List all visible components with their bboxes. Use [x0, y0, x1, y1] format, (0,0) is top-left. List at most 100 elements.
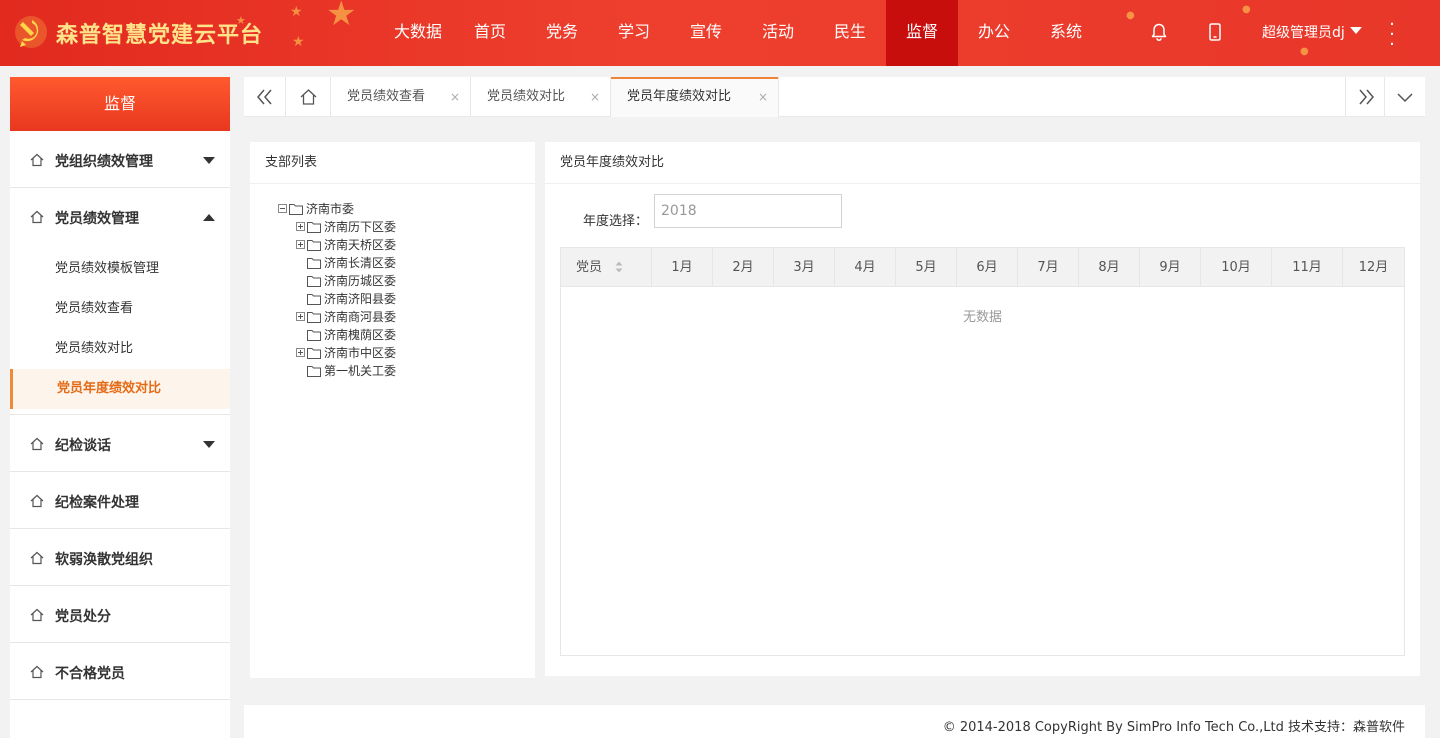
- top-nav: 大数据 首页 党务 学习 宣传 活动 民生 监督 办公 系统: [382, 0, 1102, 66]
- nav-item-activities[interactable]: 活动: [742, 0, 814, 66]
- folder-icon: [307, 366, 321, 377]
- sidebar-group-label: 党员绩效管理: [55, 211, 139, 227]
- collapse-toggle-icon[interactable]: [278, 204, 287, 213]
- tab-home[interactable]: [286, 77, 331, 117]
- tree-node-label[interactable]: 济南天桥区委: [324, 236, 396, 254]
- sidebar-item-template-management[interactable]: 党员绩效模板管理: [10, 249, 230, 289]
- tree-node-label[interactable]: 济南市委: [306, 200, 354, 218]
- close-icon[interactable]: ×: [450, 77, 460, 117]
- expand-toggle-icon[interactable]: [296, 222, 305, 231]
- tree-node-label[interactable]: 济南济阳县委: [324, 290, 396, 308]
- nav-item-home[interactable]: 首页: [454, 0, 526, 66]
- folder-icon: [289, 204, 303, 215]
- star-decoration-icon: ★: [326, 0, 357, 34]
- party-emblem-icon: [15, 16, 47, 48]
- sidebar-group-discipline-talk[interactable]: 纪检谈话: [10, 415, 230, 472]
- nav-item-system[interactable]: 系统: [1030, 0, 1102, 66]
- tabs-menu-button[interactable]: [1385, 77, 1425, 117]
- sidebar-group-label: 党员处分: [55, 609, 111, 625]
- sidebar: 监督 党组织绩效管理 党员绩效管理 党员绩效模板管理 党员绩效查看 党员绩效对比…: [10, 77, 230, 738]
- home-icon: [30, 608, 44, 622]
- expand-toggle-icon[interactable]: [296, 348, 305, 357]
- sidebar-group-weak-organizations[interactable]: 软弱涣散党组织: [10, 529, 230, 586]
- more-icon[interactable]: · · ·: [1385, 16, 1399, 54]
- column-header-month: 6月: [957, 248, 1018, 287]
- annual-compare-panel: 党员年度绩效对比 年度选择： 党员 1月 2月 3月 4月 5月 6月 7月 8…: [545, 142, 1420, 676]
- nav-item-office[interactable]: 办公: [958, 0, 1030, 66]
- close-icon[interactable]: ×: [590, 77, 600, 117]
- user-caret-down-icon[interactable]: [1350, 27, 1362, 34]
- sidebar-item-performance-compare[interactable]: 党员绩效对比: [10, 329, 230, 369]
- column-header-month: 5月: [896, 248, 957, 287]
- double-chevron-left-icon: [257, 89, 272, 105]
- tree-node-label[interactable]: 济南长清区委: [324, 254, 396, 272]
- nav-item-party-affairs[interactable]: 党务: [526, 0, 598, 66]
- tree-node-label[interactable]: 第一机关工委: [324, 362, 396, 380]
- sidebar-group-label: 不合格党员: [55, 666, 125, 682]
- star-decoration-icon: ●: [1242, 4, 1251, 15]
- column-header-label: 党员: [576, 260, 603, 275]
- expand-toggle-icon[interactable]: [296, 240, 305, 249]
- column-header-month: 7月: [1018, 248, 1079, 287]
- tabs-scroll-left-button[interactable]: [244, 77, 286, 117]
- caret-down-icon: [203, 441, 215, 448]
- close-icon[interactable]: ×: [758, 77, 768, 117]
- expand-toggle-icon[interactable]: [296, 312, 305, 321]
- app-title: 森普智慧党建云平台: [56, 23, 264, 48]
- folder-icon: [307, 240, 321, 251]
- home-icon: [30, 210, 44, 224]
- user-menu[interactable]: 超级管理员dj: [1262, 22, 1345, 42]
- year-select-input[interactable]: [654, 194, 842, 228]
- nav-item-publicity[interactable]: 宣传: [670, 0, 742, 66]
- sidebar-item-performance-view[interactable]: 党员绩效查看: [10, 289, 230, 329]
- tab-performance-compare[interactable]: 党员绩效对比 ×: [471, 77, 611, 117]
- panel-title: 党员年度绩效对比: [545, 142, 1420, 184]
- sidebar-group-discipline-cases[interactable]: 纪检案件处理: [10, 472, 230, 529]
- sidebar-group-member-sanctions[interactable]: 党员处分: [10, 586, 230, 643]
- nav-item-supervision[interactable]: 监督: [886, 0, 958, 66]
- tree-node-label[interactable]: 济南市中区委: [324, 344, 396, 362]
- branch-list-panel: 支部列表 济南市委 济南历下区委 济南天桥区委 济南长清区委 济南历城区委 济南…: [250, 142, 535, 678]
- folder-icon: [307, 312, 321, 323]
- nav-item-study[interactable]: 学习: [598, 0, 670, 66]
- column-header-member[interactable]: 党员: [561, 248, 652, 287]
- sidebar-item-annual-compare[interactable]: 党员年度绩效对比: [10, 369, 230, 409]
- folder-icon: [307, 222, 321, 233]
- sidebar-group-unqualified-members[interactable]: 不合格党员: [10, 643, 230, 700]
- mobile-icon[interactable]: [1205, 22, 1225, 42]
- nav-item-livelihood[interactable]: 民生: [814, 0, 886, 66]
- column-header-month: 9月: [1140, 248, 1201, 287]
- folder-icon: [307, 276, 321, 287]
- home-icon: [30, 437, 44, 451]
- home-icon: [300, 89, 317, 105]
- caret-up-icon: [203, 214, 215, 221]
- performance-table: 党员 1月 2月 3月 4月 5月 6月 7月 8月 9月 10月 11月 12…: [560, 247, 1405, 656]
- tab-annual-compare[interactable]: 党员年度绩效对比 ×: [611, 77, 779, 117]
- sidebar-group-label: 党组织绩效管理: [55, 154, 153, 170]
- tree-node-label[interactable]: 济南历下区委: [324, 218, 396, 236]
- bell-icon[interactable]: [1149, 22, 1169, 42]
- tab-label: 党员绩效查看: [347, 89, 426, 104]
- sidebar-submenu: 党员绩效模板管理 党员绩效查看 党员绩效对比 党员年度绩效对比: [10, 245, 230, 415]
- sidebar-group-org-performance[interactable]: 党组织绩效管理: [10, 131, 230, 188]
- sidebar-group-label: 纪检谈话: [55, 438, 111, 454]
- empty-state-text: 无数据: [962, 310, 1002, 325]
- copyright-text: © 2014-2018 CopyRight By SimPro Info Tec…: [942, 720, 1405, 735]
- chevron-down-icon: [1397, 93, 1413, 103]
- sort-icon[interactable]: [615, 261, 623, 273]
- nav-item-bigdata[interactable]: 大数据: [382, 0, 454, 66]
- sidebar-group-member-performance[interactable]: 党员绩效管理: [10, 188, 230, 245]
- tree-node-label[interactable]: 济南商河县委: [324, 308, 396, 326]
- home-icon: [30, 494, 44, 508]
- star-decoration-icon: ●: [1300, 46, 1309, 57]
- sidebar-title: 监督: [10, 77, 230, 131]
- tab-performance-view[interactable]: 党员绩效查看 ×: [331, 77, 471, 117]
- double-chevron-right-icon: [1359, 89, 1374, 105]
- home-icon: [30, 551, 44, 565]
- folder-icon: [307, 258, 321, 269]
- tab-label: 党员年度绩效对比: [627, 89, 732, 104]
- tree-node-label[interactable]: 济南槐荫区委: [324, 326, 396, 344]
- column-header-month: 11月: [1272, 248, 1343, 287]
- tree-node-label[interactable]: 济南历城区委: [324, 272, 396, 290]
- tabs-scroll-right-button[interactable]: [1345, 77, 1385, 117]
